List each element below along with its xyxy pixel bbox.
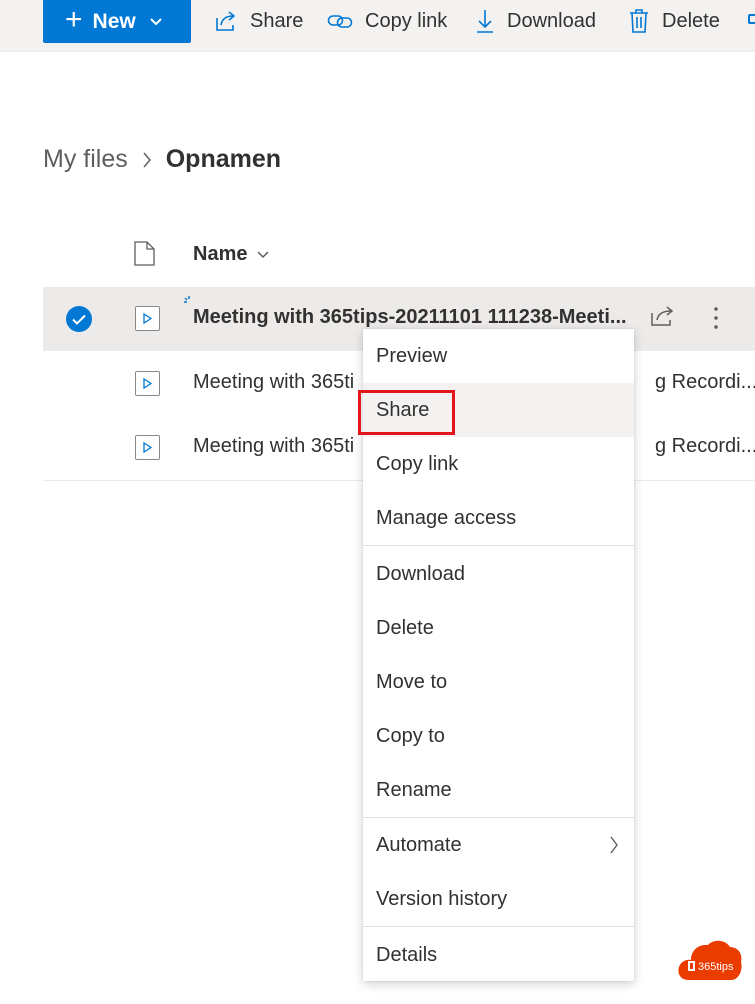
more-options-icon[interactable] xyxy=(706,305,726,331)
menu-item-details[interactable]: Details xyxy=(363,928,634,982)
menu-item-delete[interactable]: Delete xyxy=(363,601,634,655)
breadcrumb-current-folder: Opnamen xyxy=(165,145,282,173)
share-command[interactable]: Share xyxy=(214,5,303,37)
checkmark-icon[interactable] xyxy=(66,306,92,332)
plus-icon: + xyxy=(65,2,83,36)
share-command-label: Share xyxy=(250,9,304,32)
new-button[interactable]: + New xyxy=(43,0,191,43)
share-icon xyxy=(216,11,236,31)
menu-item-label: Copy to xyxy=(376,724,445,747)
menu-item-preview[interactable]: Preview xyxy=(363,329,634,383)
column-header: Name xyxy=(0,235,755,275)
name-column-header[interactable]: Name xyxy=(193,243,270,266)
video-file-icon xyxy=(135,306,160,331)
menu-item-automate[interactable]: Automate xyxy=(363,818,634,872)
new-button-label: New xyxy=(92,9,136,33)
menu-item-label: Details xyxy=(376,943,438,966)
delete-command[interactable]: Delete xyxy=(628,5,720,37)
command-bar: + New Share Copy link Download Delete xyxy=(0,0,755,52)
name-column-label: Name xyxy=(193,243,248,265)
video-file-icon xyxy=(135,371,160,396)
365tips-logo: 365tips xyxy=(678,940,742,980)
file-name-suffix[interactable]: g Recordi... xyxy=(655,371,755,394)
menu-item-label: Copy link xyxy=(376,452,459,475)
menu-divider xyxy=(363,545,634,546)
download-command[interactable]: Download xyxy=(475,5,596,37)
trash-icon xyxy=(630,9,648,33)
chevron-down-icon xyxy=(257,250,270,258)
share-highlight-annotation xyxy=(358,390,455,435)
overflow-command-icon[interactable] xyxy=(748,14,755,24)
file-name[interactable]: Meeting with 365tips-20211101 111238-Mee… xyxy=(193,306,639,329)
menu-item-move-to[interactable]: Move to xyxy=(363,655,634,709)
download-icon xyxy=(477,10,493,33)
breadcrumb: My files Opnamen xyxy=(43,145,281,174)
menu-item-download[interactable]: Download xyxy=(363,547,634,601)
menu-item-label: Automate xyxy=(376,833,462,856)
menu-item-manage-access[interactable]: Manage access xyxy=(363,491,634,545)
download-command-label: Download xyxy=(507,9,596,32)
chevron-right-icon xyxy=(143,152,151,167)
share-icon[interactable] xyxy=(650,305,676,327)
menu-item-label: Rename xyxy=(376,778,452,801)
menu-item-label: Delete xyxy=(376,616,434,639)
menu-item-label: Manage access xyxy=(376,506,517,529)
copy-link-command[interactable]: Copy link xyxy=(327,5,447,37)
link-icon xyxy=(327,15,353,28)
menu-item-label: Version history xyxy=(376,887,508,910)
video-file-icon xyxy=(135,435,160,460)
file-type-icon[interactable] xyxy=(134,241,155,266)
file-name-suffix[interactable]: g Recordi... xyxy=(655,435,755,458)
menu-divider xyxy=(363,926,634,927)
copy-link-command-label: Copy link xyxy=(365,9,448,32)
menu-item-rename[interactable]: Rename xyxy=(363,763,634,817)
breadcrumb-my-files[interactable]: My files xyxy=(43,145,128,174)
menu-item-label: Download xyxy=(376,562,465,585)
chevron-down-icon xyxy=(150,17,162,25)
logo-text: 365tips xyxy=(698,961,734,973)
delete-command-label: Delete xyxy=(662,9,720,32)
menu-item-copy-link[interactable]: Copy link xyxy=(363,437,634,491)
file-name[interactable]: Meeting with 365ti xyxy=(193,435,354,458)
menu-item-version-history[interactable]: Version history xyxy=(363,872,634,926)
menu-item-copy-to[interactable]: Copy to xyxy=(363,709,634,763)
chevron-right-icon xyxy=(610,836,618,854)
menu-item-label: Move to xyxy=(376,670,448,693)
file-name[interactable]: Meeting with 365ti xyxy=(193,371,354,394)
menu-item-label: Preview xyxy=(376,344,448,367)
